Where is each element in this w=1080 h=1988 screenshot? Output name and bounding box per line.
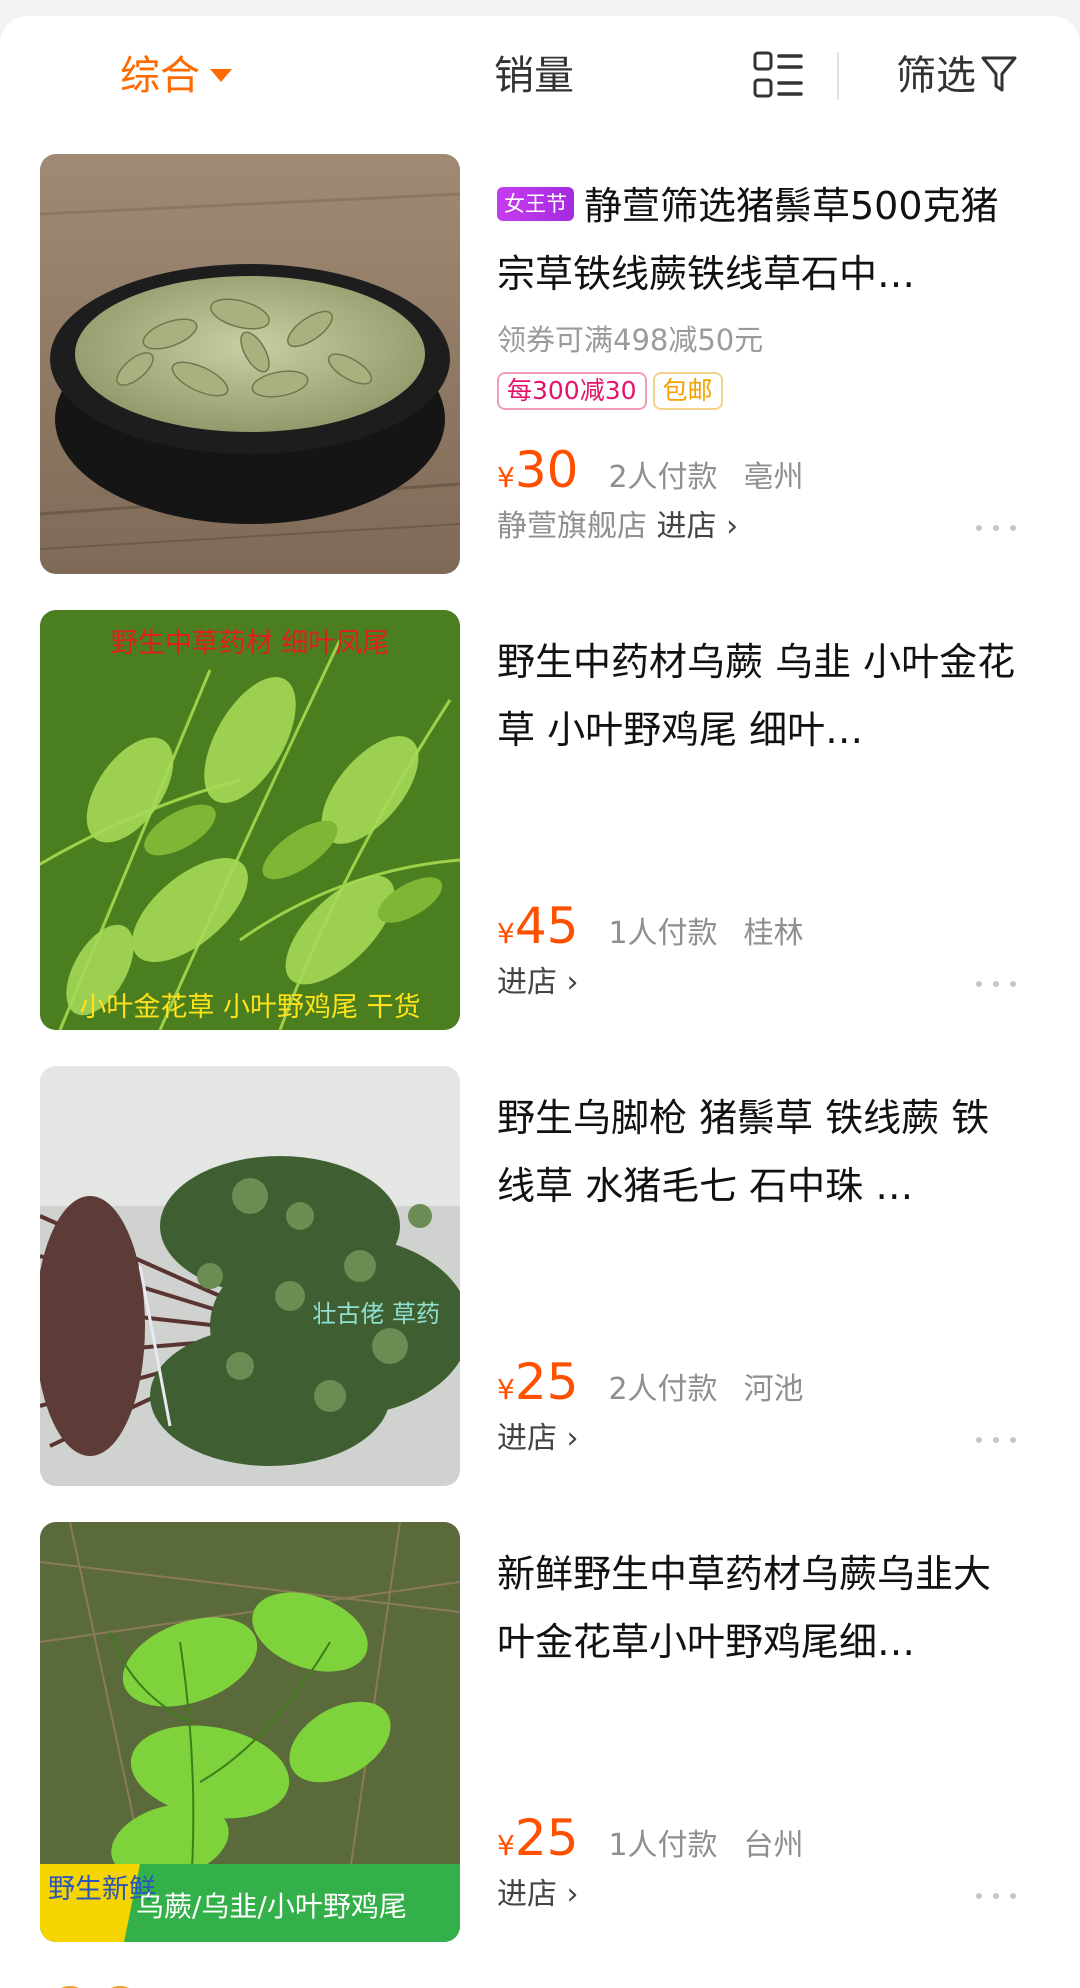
image-watermark: 壮古佬 草药	[312, 1300, 440, 1328]
more-options-icon[interactable]	[976, 522, 1016, 534]
coupon-text[interactable]: 领券可满498减50元	[497, 320, 763, 360]
more-options-icon[interactable]	[976, 1890, 1016, 1902]
funnel-icon	[980, 53, 1018, 95]
sort-bar: 综合 销量 筛选	[0, 16, 1080, 136]
ship-location: 台州	[743, 1828, 804, 1863]
search-results-panel: 综合 销量 筛选 女王节 静萱筛选猪鬃草500克猪宗草铁线蕨铁线草石中… 领券可…	[0, 16, 1080, 1988]
enter-shop-link[interactable]: 进店 ›	[497, 965, 579, 1000]
currency-symbol: ¥	[497, 1829, 515, 1862]
product-info: 野生中药材乌蕨 乌韭 小叶金花草 小叶野鸡尾 细叶… ¥45 1人付款 桂林 进店 …	[497, 610, 1050, 1030]
sort-divider	[837, 52, 839, 100]
filter-button[interactable]: 筛选	[896, 50, 1018, 102]
product-card[interactable]: 野生中草药材 细叶凤尾 小叶金花草 小叶野鸡尾 干货 野生中药材乌蕨 乌韭 小叶…	[40, 610, 1050, 1030]
free-shipping-tag: 包邮	[652, 372, 723, 410]
price: 25	[514, 1353, 579, 1411]
price-row: ¥45 1人付款 桂林	[497, 895, 804, 957]
ship-location: 河池	[743, 1372, 804, 1407]
more-options-icon[interactable]	[976, 978, 1016, 990]
sort-sales-label: 销量	[494, 53, 574, 99]
sales-count: 1人付款	[608, 916, 718, 951]
price: 45	[514, 897, 579, 955]
price: 30	[514, 441, 579, 499]
caret-down-icon	[210, 68, 232, 82]
currency-symbol: ¥	[497, 917, 515, 950]
enter-shop-link[interactable]: 进店 ›	[497, 1877, 579, 1912]
image-caption-top: 野生中草药材 细叶凤尾	[111, 628, 390, 659]
price: 25	[514, 1809, 579, 1867]
shop-name[interactable]: 静萱旗舰店	[497, 509, 647, 544]
product-image[interactable]: 壮古佬 草药	[40, 1066, 460, 1486]
shop-row: 进店 ›	[497, 962, 579, 1004]
sort-comprehensive-label: 综合	[120, 53, 200, 99]
currency-symbol: ¥	[497, 1373, 515, 1406]
product-title[interactable]: 野生中药材乌蕨 乌韭 小叶金花草 小叶野鸡尾 细叶…	[497, 628, 1017, 764]
product-title[interactable]: 女王节 静萱筛选猪鬃草500克猪宗草铁线蕨铁线草石中…	[497, 172, 1017, 308]
next-product-card-partial[interactable]	[40, 1975, 200, 1988]
image-banner: 乌蕨/乌韭/小叶野鸡尾	[136, 1890, 407, 1923]
shop-row: 进店 ›	[497, 1874, 579, 1916]
price-row: ¥30 2人付款 亳州	[497, 439, 804, 501]
product-card[interactable]: 女王节 静萱筛选猪鬃草500克猪宗草铁线蕨铁线草石中… 领券可满498减50元 每…	[40, 154, 1050, 574]
product-image[interactable]	[40, 154, 460, 574]
grid-list-icon[interactable]	[752, 50, 804, 102]
currency-symbol: ¥	[497, 461, 515, 494]
sort-comprehensive-tab[interactable]: 综合	[120, 50, 232, 102]
product-info: 新鲜野生中草药材乌蕨乌韭大叶金花草小叶野鸡尾细… ¥25 1人付款 台州 进店 ›	[497, 1522, 1050, 1942]
product-info: 野生乌脚枪 猪鬃草 铁线蕨 铁线草 水猪毛七 石中珠 … ¥25 2人付款 河池 进…	[497, 1066, 1050, 1486]
product-image[interactable]: 野生新鲜 乌蕨/乌韭/小叶野鸡尾	[40, 1522, 460, 1942]
product-info: 女王节 静萱筛选猪鬃草500克猪宗草铁线蕨铁线草石中… 领券可满498减50元 每…	[497, 154, 1050, 574]
sales-count: 2人付款	[608, 460, 718, 495]
price-row: ¥25 1人付款 台州	[497, 1807, 804, 1869]
ship-location: 桂林	[743, 916, 804, 951]
product-title[interactable]: 野生乌脚枪 猪鬃草 铁线蕨 铁线草 水猪毛七 石中珠 …	[497, 1084, 1017, 1220]
sales-count: 1人付款	[608, 1828, 718, 1863]
shop-row: 静萱旗舰店 进店 ›	[497, 506, 738, 548]
product-image[interactable]: 野生中草药材 细叶凤尾 小叶金花草 小叶野鸡尾 干货	[40, 610, 460, 1030]
promo-tags: 每300减30 包邮	[497, 372, 729, 410]
event-badge: 女王节	[497, 186, 574, 221]
enter-shop-link[interactable]: 进店 ›	[657, 509, 739, 544]
sort-sales-tab[interactable]: 销量	[494, 50, 574, 102]
filter-label: 筛选	[896, 53, 976, 99]
enter-shop-link[interactable]: 进店 ›	[497, 1421, 579, 1456]
discount-tag: 每300减30	[497, 372, 647, 410]
product-title[interactable]: 新鲜野生中草药材乌蕨乌韭大叶金花草小叶野鸡尾细…	[497, 1540, 1017, 1676]
shop-row: 进店 ›	[497, 1418, 579, 1460]
ship-location: 亳州	[743, 460, 804, 495]
more-options-icon[interactable]	[976, 1434, 1016, 1446]
product-card[interactable]: 壮古佬 草药 野生乌脚枪 猪鬃草 铁线蕨 铁线草 水猪毛七 石中珠 … ¥25 2…	[40, 1066, 1050, 1486]
product-card[interactable]: 野生新鲜 乌蕨/乌韭/小叶野鸡尾 新鲜野生中草药材乌蕨乌韭大叶金花草小叶野鸡尾细…	[40, 1522, 1050, 1942]
sales-count: 2人付款	[608, 1372, 718, 1407]
price-row: ¥25 2人付款 河池	[497, 1351, 804, 1413]
image-caption-bottom: 小叶金花草 小叶野鸡尾 干货	[79, 992, 420, 1023]
